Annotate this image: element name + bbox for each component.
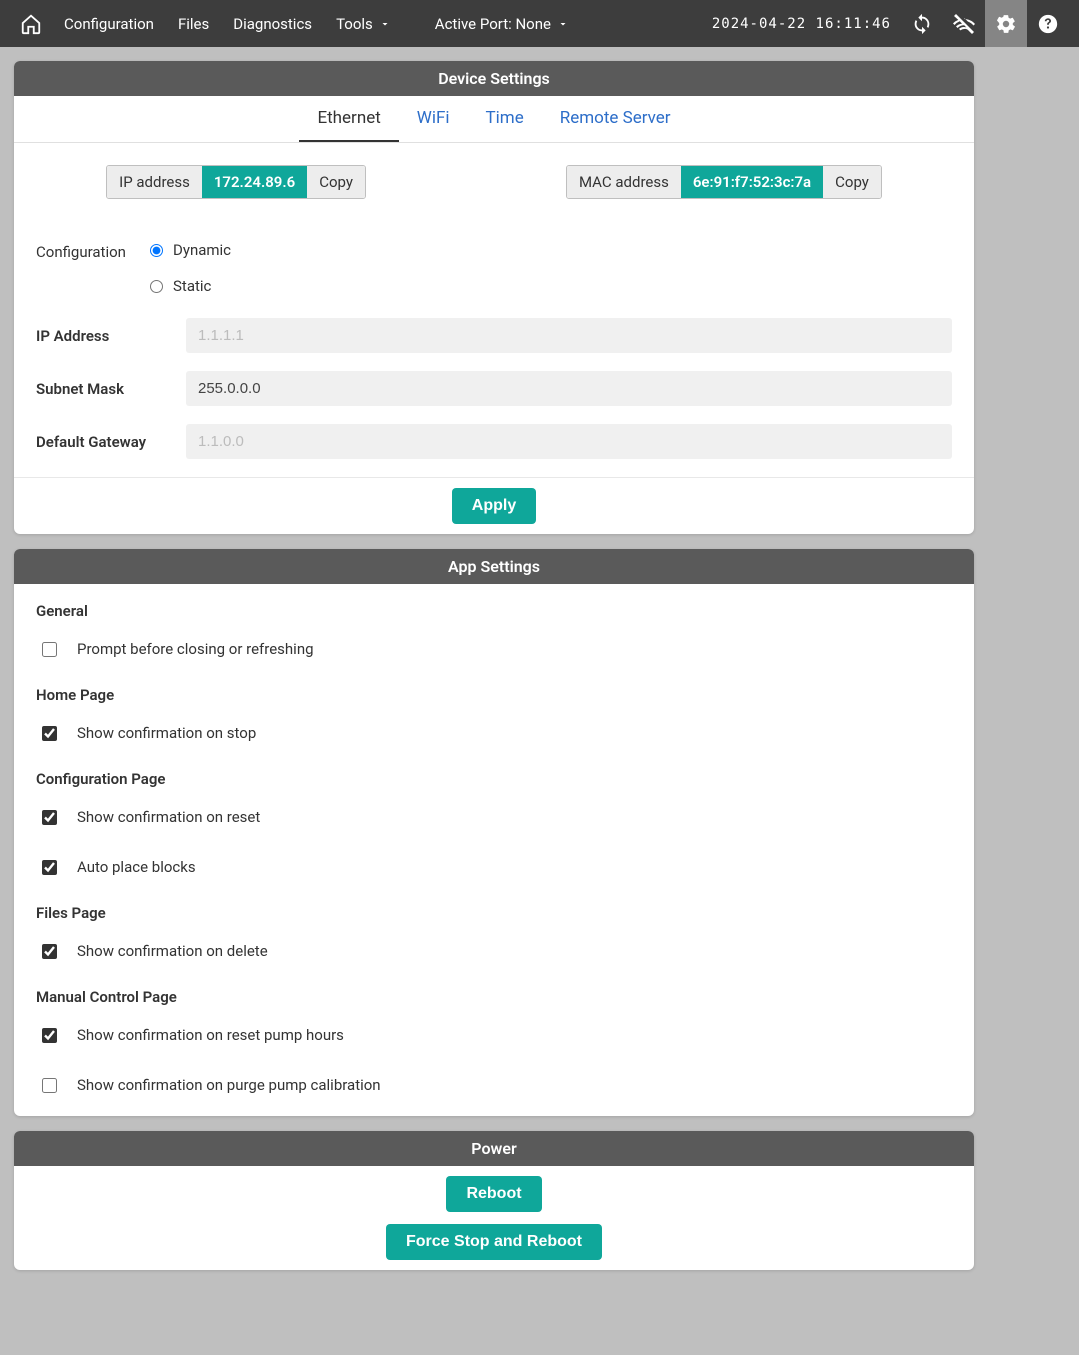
chevron-down-icon: [379, 18, 391, 30]
chevron-down-icon: [557, 18, 569, 30]
ip-address-input[interactable]: [186, 318, 952, 353]
timestamp: 2024-04-22 16:11:46: [712, 16, 901, 32]
reboot-button[interactable]: Reboot: [446, 1176, 541, 1212]
topbar: Configuration Files Diagnostics Tools Ac…: [0, 0, 1079, 47]
power-panel: Power Reboot Force Stop and Reboot: [14, 1131, 974, 1270]
checkbox-confirm-reset-pump[interactable]: [42, 1028, 57, 1043]
nav-active-port[interactable]: Active Port: None: [423, 0, 581, 47]
nav-tools[interactable]: Tools: [324, 0, 403, 47]
default-gateway-label: Default Gateway: [36, 433, 176, 451]
force-stop-reboot-button[interactable]: Force Stop and Reboot: [386, 1224, 602, 1260]
subnet-mask-label: Subnet Mask: [36, 380, 176, 398]
label-confirm-delete: Show confirmation on delete: [77, 942, 268, 960]
radio-dynamic[interactable]: Dynamic: [150, 241, 231, 259]
sync-icon[interactable]: [901, 0, 943, 47]
mac-address-group: MAC address 6e:91:f7:52:3c:7a Copy: [566, 165, 882, 199]
apply-button[interactable]: Apply: [452, 488, 536, 524]
section-home-page: Home Page: [36, 678, 952, 712]
label-auto-place-blocks: Auto place blocks: [77, 858, 196, 876]
label-confirm-reset: Show confirmation on reset: [77, 808, 260, 826]
mac-address-value: 6e:91:f7:52:3c:7a: [681, 166, 823, 198]
tab-wifi[interactable]: WiFi: [399, 96, 468, 142]
label-confirm-reset-pump: Show confirmation on reset pump hours: [77, 1026, 344, 1044]
section-general: General: [36, 594, 952, 628]
configuration-label: Configuration: [36, 227, 146, 261]
subnet-mask-input[interactable]: [186, 371, 952, 406]
checkbox-confirm-reset[interactable]: [42, 810, 57, 825]
device-settings-panel: Device Settings Ethernet WiFi Time Remot…: [14, 61, 974, 534]
radio-static[interactable]: Static: [150, 277, 231, 295]
power-title: Power: [14, 1131, 974, 1166]
app-settings-title: App Settings: [14, 549, 974, 584]
checkbox-confirm-purge[interactable]: [42, 1078, 57, 1093]
label-confirm-stop: Show confirmation on stop: [77, 724, 256, 742]
ip-copy-button[interactable]: Copy: [307, 166, 365, 198]
checkbox-confirm-delete[interactable]: [42, 944, 57, 959]
app-settings-panel: App Settings General Prompt before closi…: [14, 549, 974, 1116]
tab-ethernet[interactable]: Ethernet: [299, 96, 398, 142]
section-configuration-page: Configuration Page: [36, 762, 952, 796]
ip-address-group: IP address 172.24.89.6 Copy: [106, 165, 366, 199]
checkbox-auto-place-blocks[interactable]: [42, 860, 57, 875]
tab-time[interactable]: Time: [468, 96, 542, 142]
nav-configuration[interactable]: Configuration: [52, 0, 166, 47]
checkbox-prompt-close[interactable]: [42, 642, 57, 657]
home-icon[interactable]: [10, 0, 52, 47]
checkbox-confirm-stop[interactable]: [42, 726, 57, 741]
section-manual-control-page: Manual Control Page: [36, 980, 952, 1014]
default-gateway-input[interactable]: [186, 424, 952, 459]
section-files-page: Files Page: [36, 896, 952, 930]
device-settings-tabs: Ethernet WiFi Time Remote Server: [14, 96, 974, 143]
label-prompt-close: Prompt before closing or refreshing: [77, 640, 314, 658]
tab-remote-server[interactable]: Remote Server: [542, 96, 689, 142]
ip-address-value: 172.24.89.6: [202, 166, 307, 198]
nav-diagnostics[interactable]: Diagnostics: [221, 0, 324, 47]
ip-address-label: IP address: [107, 166, 202, 198]
wifi-off-icon[interactable]: [943, 0, 985, 47]
help-icon[interactable]: [1027, 0, 1069, 47]
mac-copy-button[interactable]: Copy: [823, 166, 881, 198]
nav-files[interactable]: Files: [166, 0, 221, 47]
mac-address-label: MAC address: [567, 166, 681, 198]
settings-icon[interactable]: [985, 0, 1027, 47]
ip-address-field-label: IP Address: [36, 327, 176, 345]
device-settings-title: Device Settings: [14, 61, 974, 96]
label-confirm-purge: Show confirmation on purge pump calibrat…: [77, 1076, 381, 1094]
